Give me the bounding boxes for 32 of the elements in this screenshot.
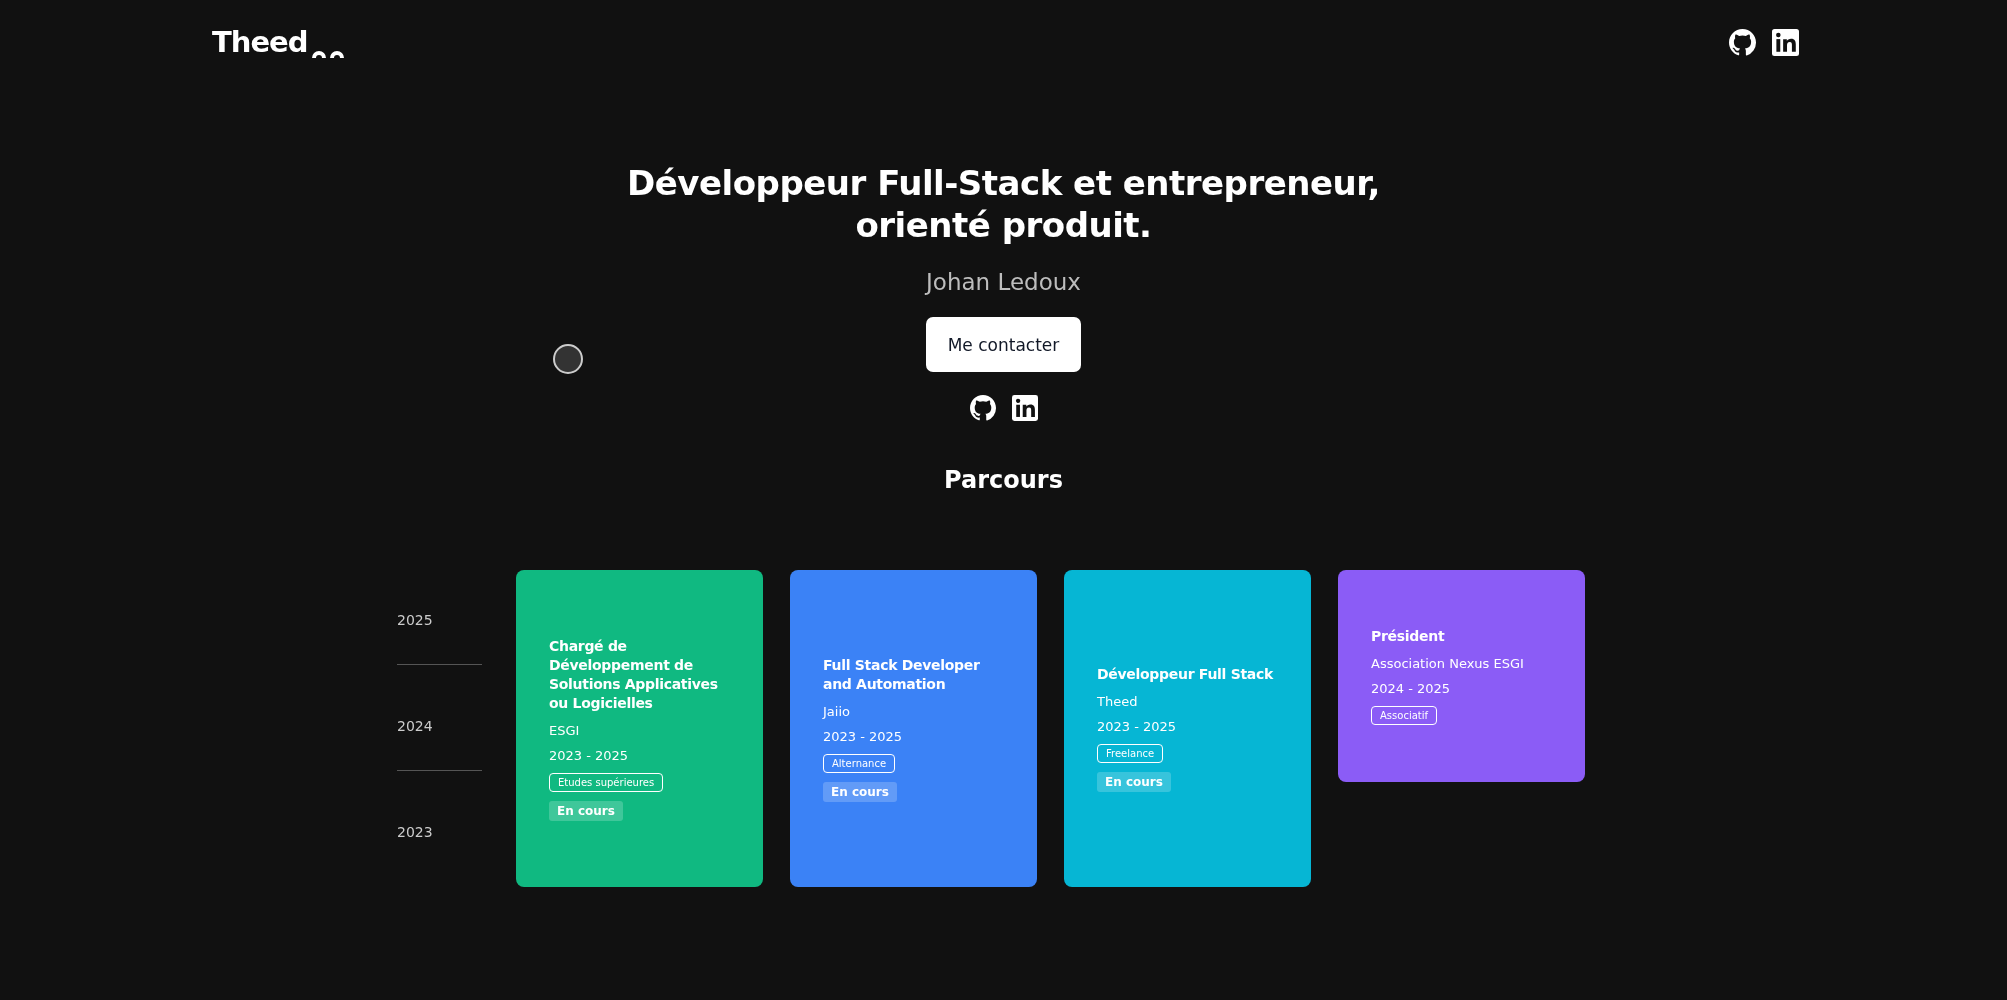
type-tag: Associatif (1371, 706, 1437, 725)
card-title: Président (1371, 627, 1445, 646)
author-name: Johan Ledoux (926, 269, 1081, 295)
card-period: 2024 - 2025 (1371, 681, 1451, 696)
contact-button[interactable]: Me contacter (926, 317, 1081, 372)
status-badge: En cours (1097, 772, 1171, 792)
section-title: Parcours (943, 466, 1064, 494)
linkedin-icon[interactable] (1772, 28, 1799, 56)
type-tag: Etudes supérieures (549, 772, 664, 792)
year-label: 2023 (397, 824, 434, 842)
status-badge: En cours (823, 781, 897, 802)
github-icon[interactable] (1729, 28, 1756, 56)
github-icon[interactable] (969, 395, 996, 421)
cursor-circle (553, 344, 583, 374)
card-title: Chargé de Développement de Solutions Applicatives ou Logicielles (549, 636, 719, 713)
status-badge: En cours (549, 800, 623, 821)
linkedin-icon[interactable] (1011, 395, 1038, 421)
card-period: 2023 - 2025 (823, 728, 903, 744)
type-tag: Alternance (823, 753, 896, 773)
year-label: 2025 (397, 612, 434, 630)
card-period: 2023 - 2025 (1097, 719, 1177, 734)
card-period: 2023 - 2025 (549, 747, 629, 763)
year-label: 2024 (397, 718, 434, 736)
card-organization: Theed (1097, 694, 1138, 709)
type-tag: Freelance (1097, 744, 1164, 763)
card-title: Full Stack Developer and Automation (823, 655, 981, 694)
card-title: Développeur Full Stack (1097, 665, 1273, 684)
card-organization: Jaiio (823, 703, 850, 719)
card-organization: Association Nexus ESGI (1371, 656, 1524, 671)
logo[interactable]: Theed (212, 25, 308, 59)
card-organization: ESGI (549, 722, 580, 738)
headline: Développeur Full-Stack et entrepreneur, orienté produit. (627, 162, 1380, 246)
